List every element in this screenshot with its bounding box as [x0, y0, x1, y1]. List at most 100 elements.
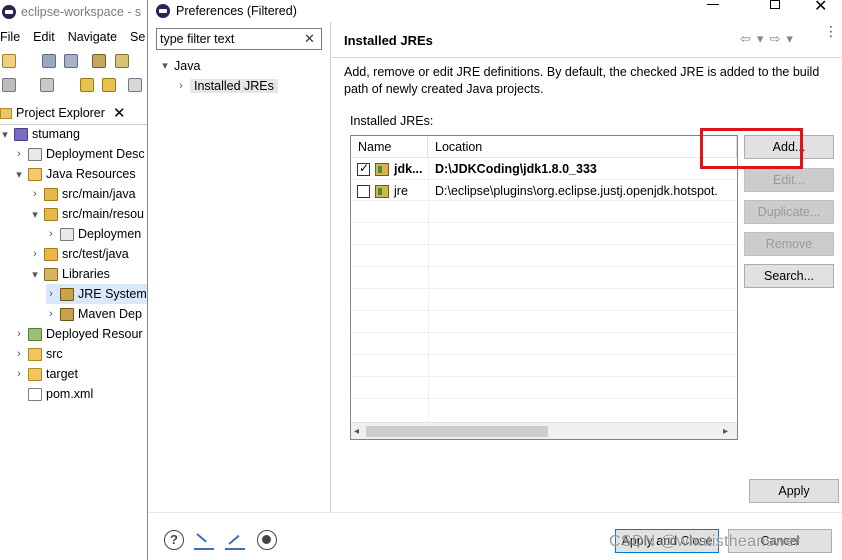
search-button[interactable]: Search...	[744, 264, 834, 288]
pref-tree-label: Java	[174, 58, 201, 73]
new-icon[interactable]	[2, 54, 16, 68]
close-icon[interactable]: ✕	[113, 104, 126, 122]
tree-item-label: Deployment Desc	[46, 147, 145, 161]
scrollbar-thumb[interactable]	[366, 426, 548, 437]
pref-tree-item-java[interactable]: ▾ Java	[160, 56, 200, 75]
tree-item-src[interactable]: › src	[14, 344, 63, 364]
default-jre-checkbox[interactable]	[357, 161, 370, 176]
back-icon[interactable]	[128, 78, 142, 92]
workbench-titlebar: eclipse-workspace - s	[0, 0, 148, 24]
page-description: Add, remove or edit JRE definitions. By …	[344, 65, 820, 96]
chevron-right-icon[interactable]: ›	[176, 80, 186, 92]
pref-tree-item-installed-jres[interactable]: › Installed JREs	[176, 76, 278, 95]
next-annotation-icon[interactable]	[80, 78, 94, 92]
jre-location: D:\eclipse\plugins\org.eclipse.justj.ope…	[435, 184, 718, 198]
column-header-location[interactable]: Location	[428, 136, 737, 158]
prev-annotation-icon[interactable]	[102, 78, 116, 92]
eclipse-icon	[2, 5, 16, 19]
filter-input[interactable]	[156, 28, 322, 50]
chevron-right-icon[interactable]: ›	[46, 308, 56, 320]
jre-library-icon	[60, 287, 74, 301]
tree-item-deployment-descriptor[interactable]: › Deployment Desc	[14, 144, 145, 164]
tree-item-maven-dependencies[interactable]: › Maven Dep	[46, 304, 142, 324]
tree-item-jre-system-library[interactable]: › JRE System	[46, 284, 148, 304]
menu-file[interactable]: File	[0, 30, 20, 44]
jre-icon	[375, 185, 389, 198]
tree-item-target[interactable]: › target	[14, 364, 78, 384]
dialog-title: Preferences (Filtered)	[176, 4, 297, 18]
jre-checkbox[interactable]	[357, 185, 370, 198]
back-arrow-icon[interactable]: ⇦	[740, 31, 751, 47]
menu-navigate[interactable]: Navigate	[68, 30, 117, 44]
run-icon[interactable]	[2, 78, 16, 92]
menu-search[interactable]: Se	[130, 30, 145, 44]
chevron-right-icon[interactable]: ›	[14, 328, 24, 340]
preferences-dialog: Preferences (Filtered) ✕ ✕ ▾ Java › Inst…	[147, 0, 842, 560]
tree-item-src-test-java[interactable]: › src/test/java	[30, 244, 129, 264]
dialog-titlebar: Preferences (Filtered) ✕	[148, 0, 842, 22]
debug-icon[interactable]	[40, 78, 54, 92]
tree-item-src-main-java[interactable]: › src/main/java	[30, 184, 135, 204]
workbench-toolbar	[0, 48, 148, 98]
tree-item-libraries[interactable]: ▾ Libraries	[30, 264, 110, 284]
print-icon[interactable]	[92, 54, 106, 68]
row-divider	[351, 310, 737, 311]
chevron-down-icon[interactable]: ▾	[0, 128, 10, 141]
chevron-down-icon[interactable]: ▾	[160, 59, 170, 72]
minimize-icon[interactable]	[707, 4, 719, 5]
chevron-right-icon[interactable]: ›	[14, 348, 24, 360]
chevron-down-icon[interactable]: ▾	[30, 268, 40, 281]
descriptor-icon	[28, 147, 42, 161]
tree-item-deployed-resources[interactable]: › Deployed Resour	[14, 324, 142, 344]
column-header-name[interactable]: Name	[351, 136, 428, 158]
row-divider	[351, 354, 737, 355]
remove-button[interactable]: Remove	[744, 232, 834, 256]
chevron-down-icon[interactable]: ▾	[30, 208, 40, 221]
project-explorer-tab[interactable]: Project Explorer ✕	[0, 102, 132, 124]
kebab-menu-icon[interactable]: ⋮	[824, 24, 838, 38]
watermark: CSDN @whatistheanswer	[609, 533, 801, 550]
chevron-down-icon[interactable]: ▾	[786, 31, 793, 47]
help-icon[interactable]: ?	[164, 530, 184, 550]
jre-table[interactable]: Name Location jdk... D:\JDKCoding\jdk1.8…	[350, 135, 738, 440]
import-icon[interactable]	[194, 530, 214, 550]
chevron-right-icon[interactable]: ›	[46, 288, 56, 300]
installed-jres-label: Installed JREs:	[350, 114, 434, 128]
save-all-icon[interactable]	[64, 54, 78, 68]
scroll-left-icon[interactable]: ◂	[354, 423, 359, 440]
forward-arrow-icon[interactable]: ⇨	[769, 31, 780, 47]
close-icon[interactable]: ✕	[814, 0, 827, 16]
library-icon	[44, 267, 58, 281]
xml-file-icon	[28, 387, 42, 401]
maximize-icon[interactable]	[770, 0, 780, 9]
save-icon[interactable]	[42, 54, 56, 68]
chevron-right-icon[interactable]: ›	[46, 228, 56, 240]
jre-name: jre	[394, 184, 408, 198]
chevron-right-icon[interactable]: ›	[30, 248, 40, 260]
chevron-right-icon[interactable]: ›	[14, 368, 24, 380]
chevron-right-icon[interactable]: ›	[14, 148, 24, 160]
tree-item-pom[interactable]: pom.xml	[14, 384, 93, 404]
build-icon[interactable]	[115, 54, 129, 68]
menu-edit[interactable]: Edit	[33, 30, 55, 44]
scroll-right-icon[interactable]: ▸	[723, 423, 728, 440]
deployed-resources-icon	[28, 327, 42, 341]
eclipse-icon	[156, 4, 170, 18]
tree-item-stumang[interactable]: ▾ stumang	[0, 124, 80, 144]
apply-button[interactable]: Apply	[749, 479, 839, 503]
export-icon[interactable]	[225, 530, 245, 550]
clear-filter-icon[interactable]: ✕	[304, 31, 315, 47]
chevron-down-icon[interactable]: ▾	[757, 31, 764, 47]
row-divider	[351, 288, 737, 289]
horizontal-scrollbar[interactable]: ◂ ▸	[351, 422, 737, 439]
edit-button[interactable]: Edit...	[744, 168, 834, 192]
chevron-right-icon[interactable]: ›	[30, 188, 40, 200]
tree-item-deployment[interactable]: › Deploymen	[46, 224, 141, 244]
tree-item-src-main-resources[interactable]: ▾ src/main/resou	[30, 204, 144, 224]
duplicate-button[interactable]: Duplicate...	[744, 200, 834, 224]
oomph-preference-recorder-icon[interactable]	[257, 530, 277, 550]
chevron-down-icon[interactable]: ▾	[14, 168, 24, 181]
tree-item-java-resources[interactable]: ▾ Java Resources	[14, 164, 135, 184]
jre-name: jdk...	[394, 162, 423, 176]
folder-icon	[28, 347, 42, 361]
